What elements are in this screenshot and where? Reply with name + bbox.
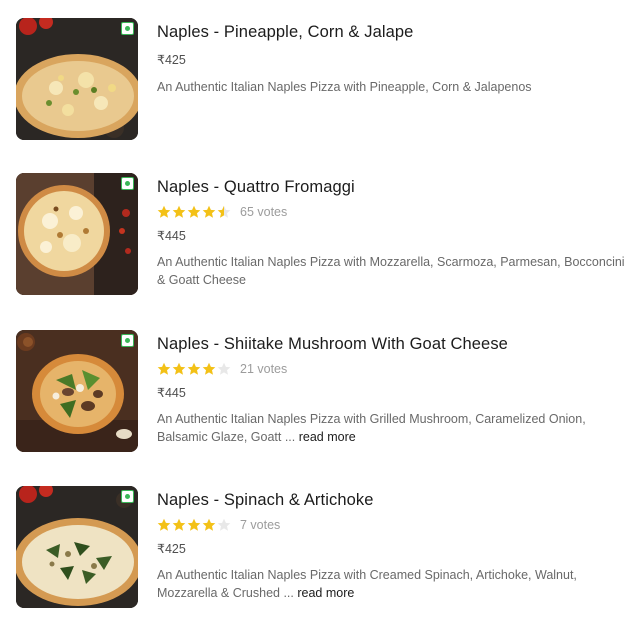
dish-price: ₹425 [157,53,186,67]
star-filled-icon [202,205,216,218]
star-filled-icon [172,205,186,218]
star-filled-icon [187,518,201,531]
description-text: An Authentic Italian Naples Pizza with P… [157,80,532,94]
dish-description: An Authentic Italian Naples Pizza with M… [157,253,632,289]
star-half-icon [217,205,231,218]
description-text: An Authentic Italian Naples Pizza with C… [157,568,577,600]
description-text: An Authentic Italian Naples Pizza with G… [157,412,586,444]
dish-image[interactable] [16,18,138,140]
pizza-image-icon [16,330,138,452]
votes-count: 65 votes [240,205,288,219]
menu-item-list: Naples - Pineapple, Corn & Jalape ₹425 A… [0,0,642,622]
star-filled-icon [202,518,216,531]
read-more-link[interactable]: read more [297,586,354,600]
dish-image[interactable] [16,330,138,452]
star-filled-icon [157,362,171,375]
pizza-image-icon [16,486,138,608]
star-filled-icon [172,518,186,531]
dish-rating: 21 votes [157,361,637,377]
dish-title[interactable]: Naples - Quattro Fromaggi [157,176,637,198]
star-filled-icon [187,205,201,218]
dish-image[interactable] [16,173,138,295]
dish-title[interactable]: Naples - Spinach & Artichoke [157,489,637,511]
dish-rating: 65 votes [157,204,637,220]
dish-info: Naples - Shiitake Mushroom With Goat Che… [157,330,637,446]
dish-price: ₹445 [157,229,186,243]
star-empty-icon [217,518,231,531]
dish-title[interactable]: Naples - Pineapple, Corn & Jalape [157,21,637,43]
dish-title[interactable]: Naples - Shiitake Mushroom With Goat Che… [157,333,637,355]
votes-count: 7 votes [240,518,281,532]
star-filled-icon [157,205,171,218]
star-filled-icon [157,518,171,531]
menu-item[interactable]: Naples - Spinach & Artichoke 7 votes ₹42… [16,486,636,610]
dish-info: Naples - Spinach & Artichoke 7 votes ₹42… [157,486,637,602]
veg-indicator-icon [121,22,134,35]
star-filled-icon [202,362,216,375]
dish-description: An Authentic Italian Naples Pizza with C… [157,566,632,602]
votes-count: 21 votes [240,362,288,376]
rating-stars [157,518,232,532]
menu-item[interactable]: Naples - Quattro Fromaggi 65 votes ₹445 … [16,173,636,297]
menu-item[interactable]: Naples - Pineapple, Corn & Jalape ₹425 A… [16,18,636,142]
pizza-image-icon [16,173,138,295]
description-text: An Authentic Italian Naples Pizza with M… [157,255,625,287]
dish-rating: 7 votes [157,517,637,533]
dish-price: ₹445 [157,386,186,400]
pizza-image-icon [16,18,138,140]
dish-price: ₹425 [157,542,186,556]
star-empty-icon [217,362,231,375]
dish-description: An Authentic Italian Naples Pizza with P… [157,78,632,96]
veg-indicator-icon [121,490,134,503]
veg-indicator-icon [121,177,134,190]
star-filled-icon [187,362,201,375]
rating-stars [157,205,232,219]
dish-info: Naples - Quattro Fromaggi 65 votes ₹445 … [157,173,637,289]
veg-indicator-icon [121,334,134,347]
menu-item[interactable]: Naples - Shiitake Mushroom With Goat Che… [16,330,636,454]
dish-description: An Authentic Italian Naples Pizza with G… [157,410,632,446]
read-more-link[interactable]: read more [299,430,356,444]
dish-image[interactable] [16,486,138,608]
rating-stars [157,362,232,376]
star-filled-icon [172,362,186,375]
dish-info: Naples - Pineapple, Corn & Jalape ₹425 A… [157,18,637,96]
